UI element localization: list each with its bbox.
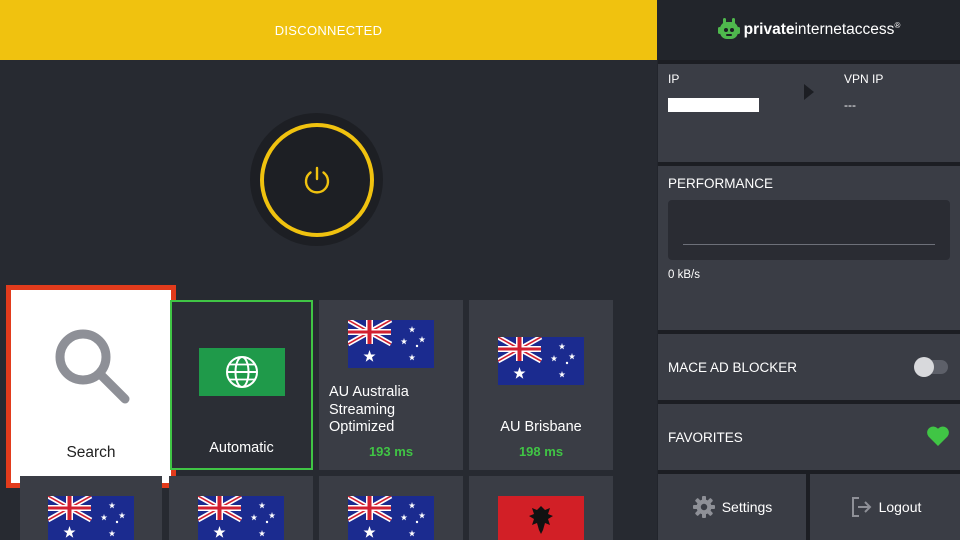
server-tile-automatic[interactable]: Automatic <box>170 300 313 470</box>
pia-logo-icon <box>717 18 740 39</box>
favorites-panel[interactable]: FAVORITES <box>658 404 960 470</box>
gear-icon <box>692 496 715 518</box>
logo-mark: ® <box>894 20 901 30</box>
server-tile[interactable] <box>469 476 613 540</box>
australia-flag-icon <box>198 496 284 540</box>
performance-title: PERFORMANCE <box>668 176 774 191</box>
australia-flag-icon <box>498 337 584 385</box>
toggle-knob <box>914 357 934 377</box>
server-name: AU Australia Streaming Optimized <box>329 384 463 437</box>
ip-label: IP <box>668 72 680 86</box>
albania-flag-icon <box>498 496 584 540</box>
server-name-line: Streaming <box>329 401 396 418</box>
favorites-label: FAVORITES <box>668 430 743 445</box>
logo-normal: internetaccess <box>794 21 895 39</box>
server-name: Automatic <box>209 440 274 456</box>
performance-speed: 0 kB/s <box>668 269 700 281</box>
mace-label: MACE AD BLOCKER <box>668 360 798 375</box>
graph-baseline <box>683 244 935 245</box>
mace-toggle[interactable] <box>914 357 948 377</box>
server-name-line: AU Australia <box>329 384 409 400</box>
server-tile-au-brisbane[interactable]: AU Brisbane 198 ms <box>469 300 613 470</box>
australia-flag-icon <box>48 496 134 540</box>
server-ping: 193 ms <box>368 444 414 459</box>
server-ping: 198 ms <box>518 444 564 459</box>
logout-button[interactable]: Logout <box>810 474 960 540</box>
server-tile[interactable] <box>20 476 162 540</box>
power-ring <box>259 122 374 237</box>
globe-flag-icon <box>199 348 285 396</box>
sidebar: privateinternetaccess® IP VPN IP --- PER… <box>658 0 960 540</box>
search-icon <box>55 329 130 404</box>
connection-status-text: DISCONNECTED <box>274 22 383 38</box>
server-tile-au-streaming[interactable]: AU Australia Streaming Optimized 193 ms <box>319 300 463 470</box>
logout-label: Logout <box>878 499 922 515</box>
connection-status-bar: DISCONNECTED <box>0 0 657 60</box>
search-tile[interactable]: Search <box>6 285 176 488</box>
settings-label: Settings <box>721 499 773 515</box>
logo-bold: private <box>743 21 795 39</box>
arrow-right-icon <box>804 84 814 100</box>
main-area: DISCONNECTED Search Automatic AU Austral… <box>0 0 657 540</box>
server-tile[interactable] <box>169 476 313 540</box>
ip-panel: IP VPN IP --- <box>658 64 960 162</box>
settings-button[interactable]: Settings <box>658 474 806 540</box>
connect-button[interactable] <box>250 113 383 246</box>
performance-panel: PERFORMANCE 0 kB/s <box>658 166 960 330</box>
logo-text: privateinternetaccess® <box>744 21 901 39</box>
mace-panel: MACE AD BLOCKER <box>658 334 960 400</box>
heart-icon <box>927 426 949 446</box>
vpn-ip-label: VPN IP <box>844 72 884 86</box>
logo-bar: privateinternetaccess® <box>658 0 960 60</box>
server-name-line: Optimized <box>329 419 395 435</box>
performance-graph <box>668 200 950 260</box>
vpn-ip-value: --- <box>844 98 856 112</box>
server-tile[interactable] <box>319 476 463 540</box>
logout-icon <box>851 497 871 517</box>
ip-value-redacted <box>668 98 759 112</box>
server-name: AU Brisbane <box>500 419 582 435</box>
australia-flag-icon <box>348 320 434 368</box>
australia-flag-icon <box>348 496 434 540</box>
search-label: Search <box>66 444 116 461</box>
power-icon <box>304 166 329 194</box>
